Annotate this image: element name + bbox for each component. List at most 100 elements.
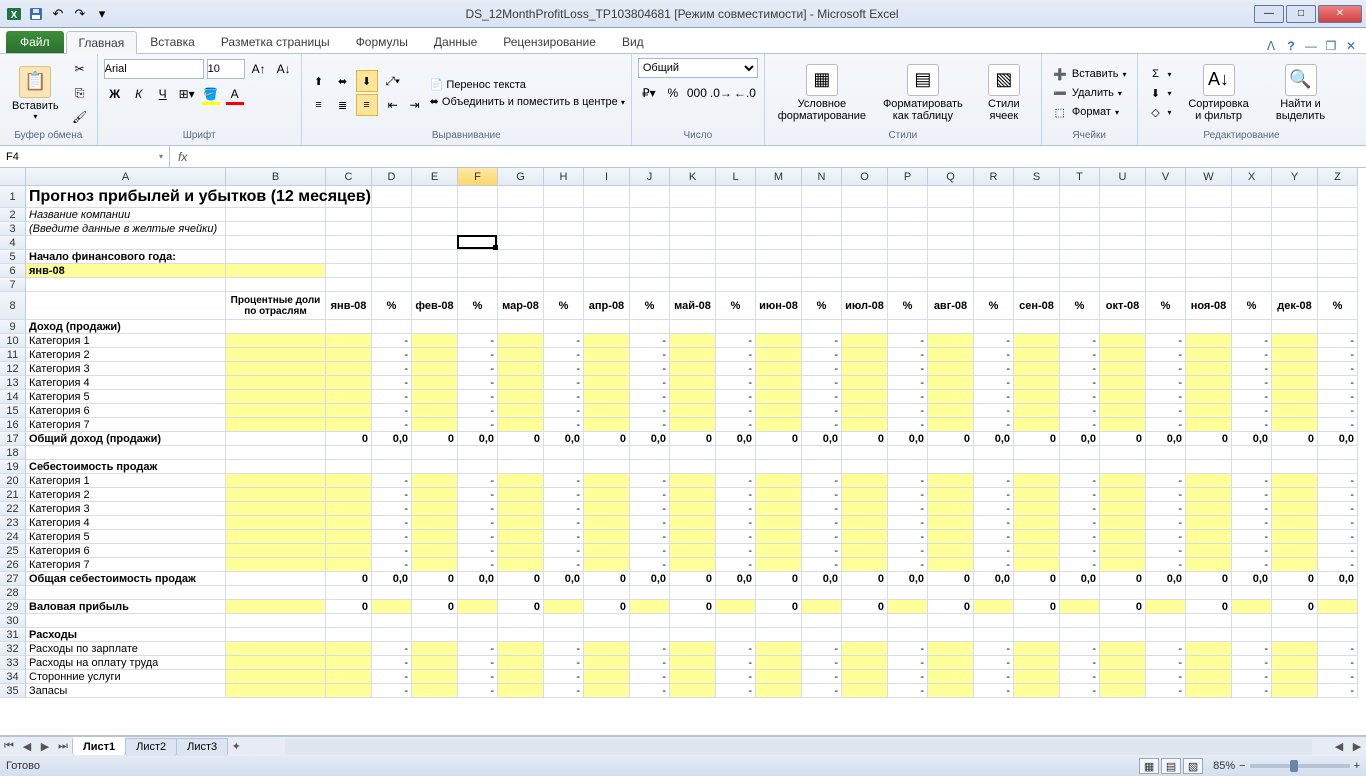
cell-r14-c12[interactable] <box>842 390 888 404</box>
cell-r22-c18[interactable] <box>1100 502 1146 516</box>
cell-r10-c23[interactable]: - <box>1318 334 1358 348</box>
cell-r24-c12[interactable] <box>842 530 888 544</box>
cell-r25-c19[interactable]: - <box>1146 544 1186 558</box>
cell-r26-c19[interactable]: - <box>1146 558 1186 572</box>
cell-r1-c23[interactable] <box>1318 186 1358 208</box>
cell-r9-c19[interactable] <box>1146 320 1186 334</box>
wrap-text-button[interactable]: 📄 Перенос текста <box>430 78 625 91</box>
cell-r21-c4[interactable] <box>498 488 544 502</box>
cell-r6-c4[interactable] <box>498 264 544 278</box>
cell-r15-c1[interactable]: - <box>372 404 412 418</box>
cell-r35-c4[interactable] <box>498 684 544 698</box>
cell-r5-c7[interactable] <box>630 250 670 264</box>
cell-r31-c18[interactable] <box>1100 628 1146 642</box>
cell-r21-c7[interactable]: - <box>630 488 670 502</box>
cell-r30-c9[interactable] <box>716 614 756 628</box>
increase-decimal-icon[interactable]: .0→ <box>710 82 732 104</box>
cell-r5-c13[interactable] <box>888 250 928 264</box>
delete-cells-button[interactable]: ➖Удалить▾ <box>1048 84 1131 102</box>
cell-r13-c4[interactable] <box>498 376 544 390</box>
cell-r14-c9[interactable]: - <box>716 390 756 404</box>
cell-r12-c14[interactable] <box>928 362 974 376</box>
col-header-U[interactable]: U <box>1100 168 1146 186</box>
cell-r3-c15[interactable] <box>974 222 1014 236</box>
cell-A30[interactable] <box>26 614 226 628</box>
cell-r33-c11[interactable]: - <box>802 656 842 670</box>
cell-r32-c19[interactable]: - <box>1146 642 1186 656</box>
cell-r32-c17[interactable]: - <box>1060 642 1100 656</box>
row-header-25[interactable]: 25 <box>0 544 26 558</box>
cell-r14-c22[interactable] <box>1272 390 1318 404</box>
cell-r7-c7[interactable] <box>630 278 670 292</box>
cell-r3-c22[interactable] <box>1272 222 1318 236</box>
cell-r35-c10[interactable] <box>756 684 802 698</box>
col-header-S[interactable]: S <box>1014 168 1060 186</box>
cell-A19[interactable]: Себестоимость продаж <box>26 460 226 474</box>
cell-r21-c21[interactable]: - <box>1232 488 1272 502</box>
col-header-K[interactable]: K <box>670 168 716 186</box>
col-header-V[interactable]: V <box>1146 168 1186 186</box>
cell-r21-c14[interactable] <box>928 488 974 502</box>
cell-r15-c13[interactable]: - <box>888 404 928 418</box>
cell-A10[interactable]: Категория 1 <box>26 334 226 348</box>
cell-r2-c20[interactable] <box>1186 208 1232 222</box>
cell-r26-c14[interactable] <box>928 558 974 572</box>
cell-r23-c13[interactable]: - <box>888 516 928 530</box>
cell-r32-c9[interactable]: - <box>716 642 756 656</box>
align-top-icon[interactable]: ⬆ <box>308 70 330 92</box>
row-header-35[interactable]: 35 <box>0 684 26 698</box>
cell-r4-c7[interactable] <box>630 236 670 250</box>
cell-r35-c7[interactable]: - <box>630 684 670 698</box>
cell-r27-c2[interactable]: 0 <box>412 572 458 586</box>
cell-A35[interactable]: Запасы <box>26 684 226 698</box>
cell-r2-c12[interactable] <box>842 208 888 222</box>
cell-r13-c3[interactable]: - <box>458 376 498 390</box>
cell-r23-c3[interactable]: - <box>458 516 498 530</box>
cell-r13-c22[interactable] <box>1272 376 1318 390</box>
cell-r16-c6[interactable] <box>584 418 630 432</box>
cell-r6-c2[interactable] <box>412 264 458 278</box>
cell-r30-c0[interactable] <box>326 614 372 628</box>
cell-r1-c5[interactable] <box>544 186 584 208</box>
cell-r14-c13[interactable]: - <box>888 390 928 404</box>
cell-r30-c18[interactable] <box>1100 614 1146 628</box>
row-header-4[interactable]: 4 <box>0 236 26 250</box>
cell-r29-c6[interactable]: 0 <box>584 600 630 614</box>
cell-r5-c15[interactable] <box>974 250 1014 264</box>
cell-r35-c13[interactable]: - <box>888 684 928 698</box>
page-break-view-icon[interactable]: ▧ <box>1183 758 1203 774</box>
row-header-32[interactable]: 32 <box>0 642 26 656</box>
cell-A21[interactable]: Категория 2 <box>26 488 226 502</box>
redo-icon[interactable]: ↷ <box>70 4 90 24</box>
cell-r8-c20[interactable]: ноя-08 <box>1186 292 1232 320</box>
cell-r7-c3[interactable] <box>458 278 498 292</box>
sheet-nav-last-icon[interactable]: ⏭ <box>54 740 72 753</box>
cell-r25-c2[interactable] <box>412 544 458 558</box>
cell-r9-c6[interactable] <box>584 320 630 334</box>
cell-A5[interactable]: Начало финансового года: <box>26 250 226 264</box>
cell-r24-c1[interactable]: - <box>372 530 412 544</box>
cell-r4-c22[interactable] <box>1272 236 1318 250</box>
cell-r10-c4[interactable] <box>498 334 544 348</box>
row-header-11[interactable]: 11 <box>0 348 26 362</box>
cell-A15[interactable]: Категория 6 <box>26 404 226 418</box>
col-header-E[interactable]: E <box>412 168 458 186</box>
cell-r10-c1[interactable]: - <box>372 334 412 348</box>
cell-r8-c0[interactable]: янв-08 <box>326 292 372 320</box>
cell-r20-c14[interactable] <box>928 474 974 488</box>
cell-r10-c3[interactable]: - <box>458 334 498 348</box>
cell-r14-c5[interactable]: - <box>544 390 584 404</box>
cell-r33-c22[interactable] <box>1272 656 1318 670</box>
cell-r28-c13[interactable] <box>888 586 928 600</box>
cell-B6[interactable] <box>226 264 326 278</box>
cell-r27-c15[interactable]: 0,0 <box>974 572 1014 586</box>
row-header-23[interactable]: 23 <box>0 516 26 530</box>
cell-r9-c13[interactable] <box>888 320 928 334</box>
cell-r8-c23[interactable]: % <box>1318 292 1358 320</box>
cell-r33-c14[interactable] <box>928 656 974 670</box>
cell-r31-c1[interactable] <box>372 628 412 642</box>
cell-r31-c6[interactable] <box>584 628 630 642</box>
row-header-28[interactable]: 28 <box>0 586 26 600</box>
comma-format-icon[interactable]: 000 <box>686 82 708 104</box>
cell-A32[interactable]: Расходы по зарплате <box>26 642 226 656</box>
